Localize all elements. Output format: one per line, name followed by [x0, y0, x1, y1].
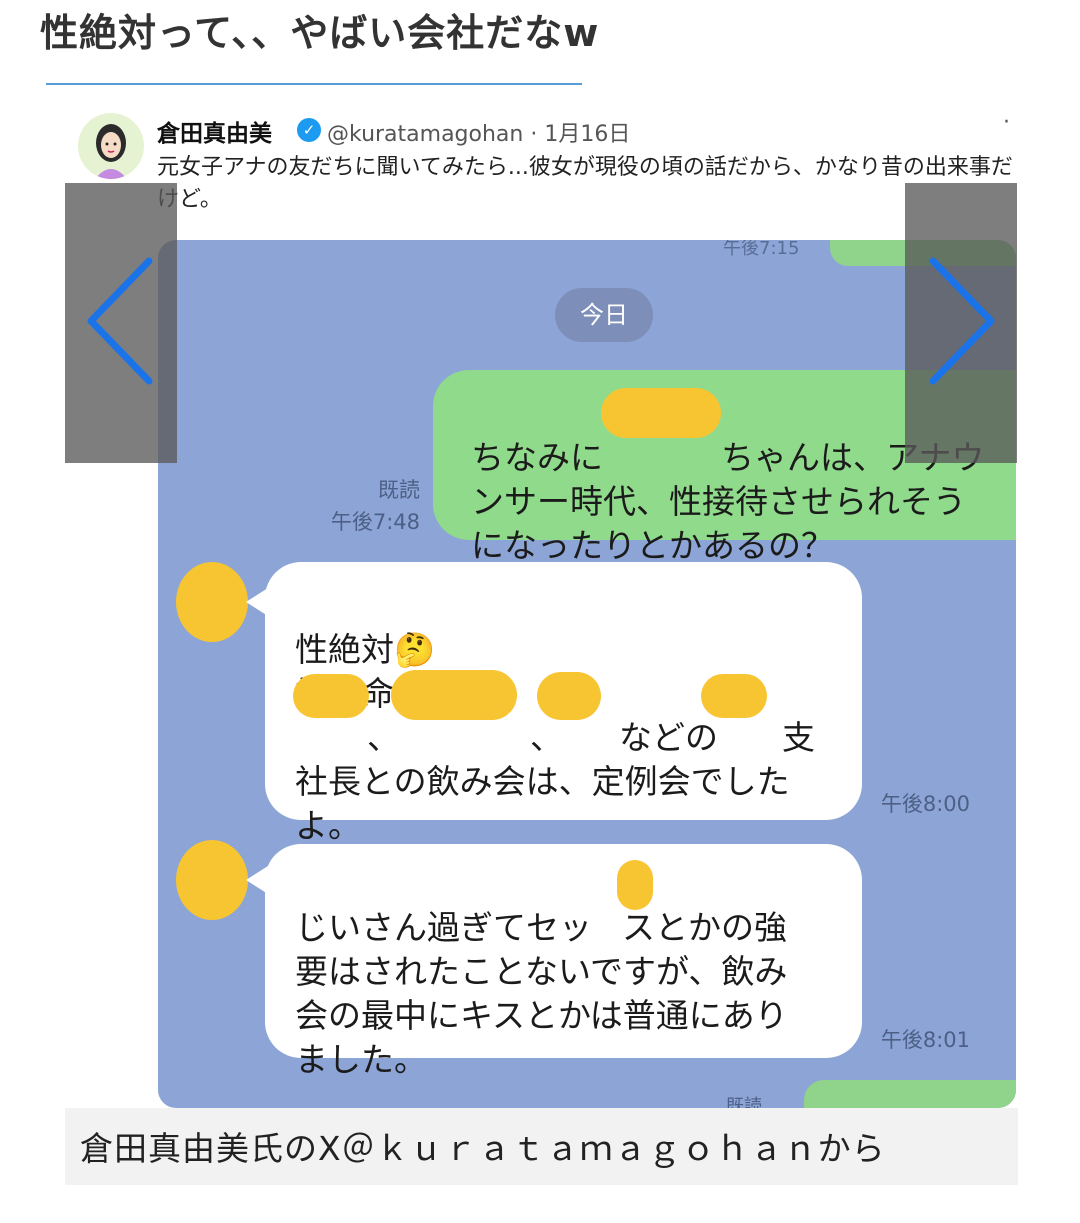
read-receipt: 既読 — [726, 1096, 762, 1108]
more-options-icon[interactable]: · — [1003, 110, 1010, 135]
author-name[interactable]: 倉田真由美 — [157, 114, 272, 148]
previous-message-time: 午後7:15 — [723, 240, 800, 259]
tweet-text: 元女子アナの友だちに聞いてみたら...彼女が現役の頃の話だから、かなり昔の出来事… — [157, 155, 1013, 212]
author-handle-date[interactable]: @kuratamagohan · 1月16日 — [327, 116, 630, 148]
read-receipt: 既読 — [378, 478, 420, 502]
author-avatar[interactable] — [78, 113, 144, 179]
message-time: 午後8:00 — [880, 792, 970, 816]
page-title: 性絶対って、、やばい会社だなw — [40, 11, 600, 55]
incoming-message-bubble: 性絶対🤔社長命令で、、、などの支社長との飲み会は、定例会でしたよ。 — [265, 562, 862, 845]
chevron-left-icon — [87, 257, 153, 385]
chat-screenshot: 午後7:15 今日 ちなみに ちゃんは、アナウ ンサー時代、性接待させられそう になっ… — [158, 240, 1016, 1108]
redaction-mark — [293, 674, 369, 718]
caption-text: 倉田真由美氏のX＠ｋｕｒａｔａｍａｇｏｈａｎから — [80, 1129, 886, 1168]
message-text: じいさん過ぎてセッ スとかの強 要はされたことないですが、飲み 会の最中にキスとかは普… — [295, 908, 788, 1079]
message-time: 午後7:48 — [330, 510, 420, 534]
redaction-mark — [701, 674, 767, 718]
date-separator: 今日 — [555, 288, 653, 342]
embedded-image: 倉田真由美 ✓ @kuratamagohan · 1月16日 · 元女子アナの友… — [65, 100, 1018, 1185]
chevron-right-icon — [929, 257, 995, 385]
carousel-next-button[interactable] — [905, 183, 1017, 463]
message-time: 午後8:01 — [880, 1028, 970, 1052]
redaction-mark — [617, 860, 653, 910]
image-caption: 倉田真由美氏のX＠ｋｕｒａｔａｍａｇｏｈａｎから — [65, 1108, 1018, 1185]
next-message-bubble — [804, 1080, 1016, 1108]
verified-badge-icon: ✓ — [297, 118, 321, 142]
redaction-mark — [537, 672, 601, 720]
carousel-prev-button[interactable] — [65, 183, 177, 463]
title-divider — [46, 83, 582, 85]
incoming-message-bubble: じいさん過ぎてセッ スとかの強 要はされたことないですが、飲み 会の最中にキスとかは普… — [265, 844, 862, 1079]
redaction-mark — [391, 670, 517, 720]
sender-avatar-redacted — [176, 562, 248, 642]
redaction-mark — [601, 388, 721, 438]
sender-avatar-redacted — [176, 840, 248, 920]
